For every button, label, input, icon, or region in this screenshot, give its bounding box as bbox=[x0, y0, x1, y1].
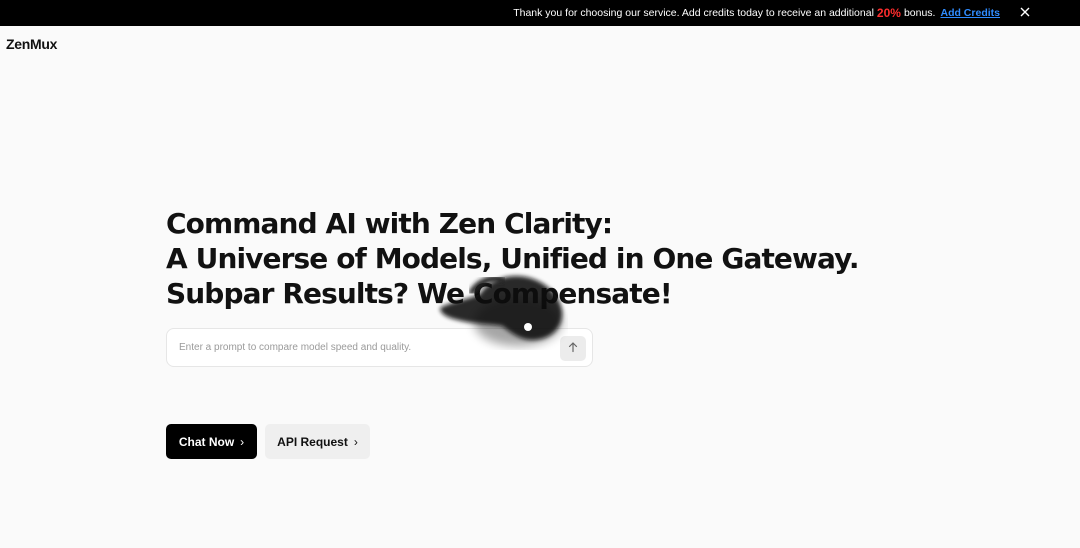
chat-now-label: Chat Now bbox=[178, 434, 235, 449]
arrow-up-icon bbox=[567, 340, 579, 358]
bonus-percent: 20% bbox=[876, 6, 901, 20]
close-icon[interactable] bbox=[1018, 4, 1032, 20]
chat-now-button[interactable]: Chat Now › bbox=[166, 424, 257, 459]
promo-banner: Thank you for choosing our service. Add … bbox=[0, 0, 1080, 26]
add-credits-link[interactable]: Add Credits bbox=[940, 7, 1000, 19]
hand-cursor-icon bbox=[440, 275, 563, 346]
api-request-label: API Request bbox=[277, 434, 348, 449]
zenmux-logo[interactable]: ZenMux bbox=[6, 36, 57, 52]
chevron-right-icon: › bbox=[353, 434, 358, 449]
api-request-button[interactable]: API Request › bbox=[265, 424, 370, 459]
banner-message: Thank you for choosing our service. Add … bbox=[513, 7, 874, 19]
hero-line-1: Command AI with Zen Clarity: bbox=[166, 207, 613, 240]
chevron-right-icon: › bbox=[240, 434, 245, 449]
bonus-suffix: bonus. bbox=[903, 7, 936, 19]
